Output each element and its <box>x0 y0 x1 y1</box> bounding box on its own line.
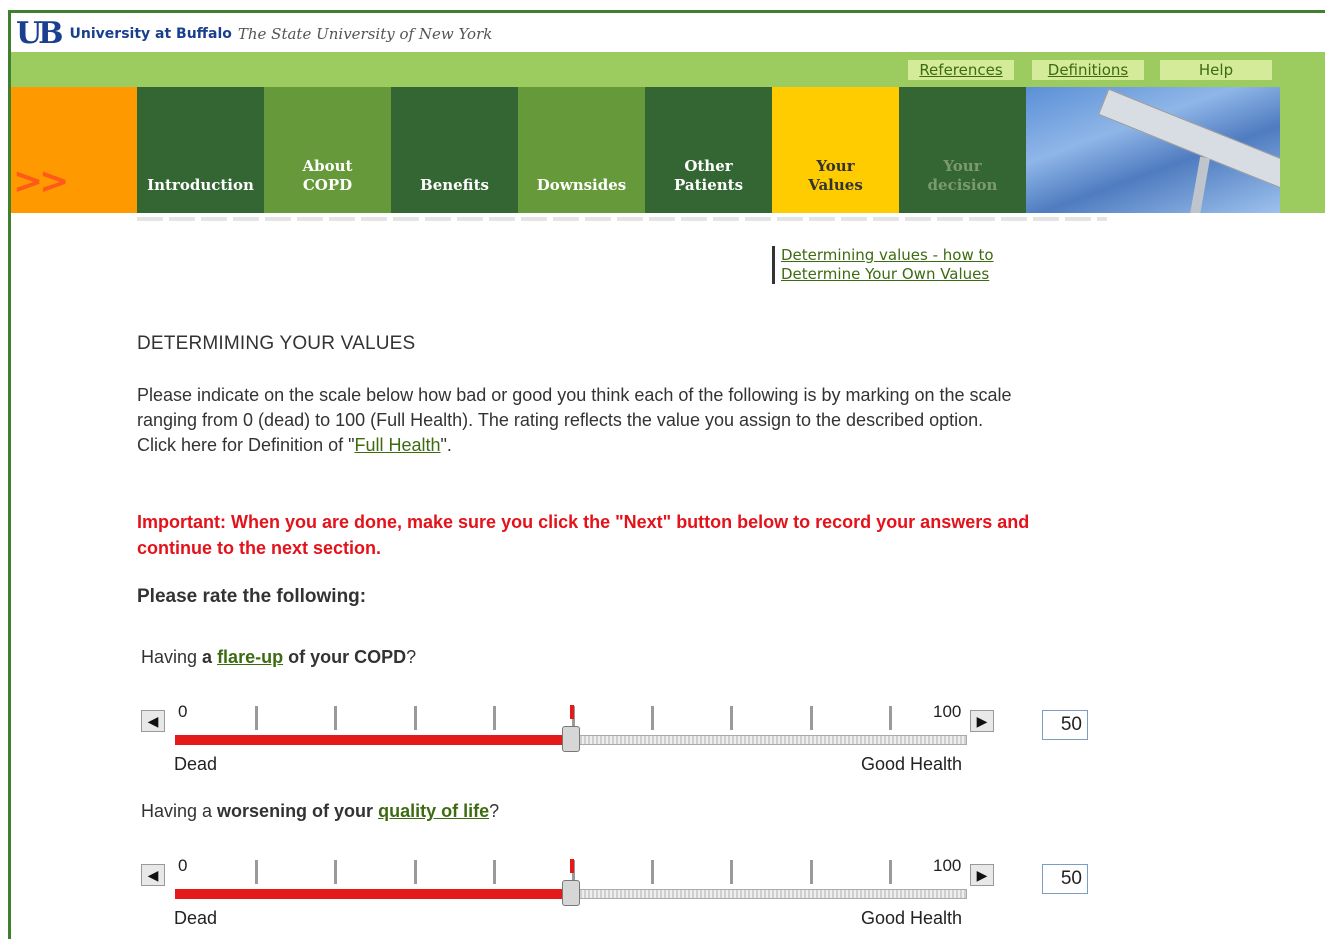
current-value-marker <box>570 859 574 873</box>
section-link-item: Determining values - how to <box>772 246 994 265</box>
scale-right-label: Good Health <box>861 908 963 928</box>
tab-other-patients[interactable]: Other Patients <box>645 87 772 213</box>
tab-label: Downsides <box>536 176 627 194</box>
scale-tick <box>888 860 892 884</box>
tab-label: Your Values <box>808 157 863 194</box>
scale-min-label: 0 <box>178 702 188 721</box>
help-link[interactable]: Help <box>1160 60 1272 80</box>
scale-tick <box>730 706 734 730</box>
question-mark: ? <box>489 801 500 821</box>
decrease-arrow-button[interactable]: ◀ <box>141 710 165 732</box>
tab-label: Introduction <box>147 176 254 194</box>
question-bold: worsening of your <box>217 801 374 821</box>
rating-slider-flare-up[interactable]: ◀ 0 100 ▶ Dead Good Health <box>141 702 1101 774</box>
scale-tick <box>809 706 813 730</box>
scale-max-label: 100 <box>933 856 962 875</box>
scale-min-label: 0 <box>178 856 188 875</box>
rating-slider-quality-of-life[interactable]: ◀ 0 100 ▶ Dead Good Health <box>141 856 1101 928</box>
scale-tick <box>492 706 496 730</box>
scale-tick <box>730 860 734 884</box>
slider-thumb[interactable] <box>562 726 580 752</box>
nav-divider <box>137 217 1107 221</box>
university-header: UB University at Buffalo The State Unive… <box>16 16 492 52</box>
tab-downsides[interactable]: Downsides <box>518 87 645 213</box>
university-name: University at Buffalo <box>69 26 232 42</box>
question-text: Having a <box>141 801 218 821</box>
tab-about-copd[interactable]: About COPD <box>264 87 391 213</box>
definition-prefix: Click here for Definition of " <box>137 435 355 455</box>
scale-tick <box>334 706 338 730</box>
slider-fill <box>175 735 571 745</box>
decrease-arrow-button[interactable]: ◀ <box>141 864 165 886</box>
scale-tick <box>334 860 338 884</box>
double-arrow-icon: >> <box>13 161 69 202</box>
current-value-marker <box>570 705 574 719</box>
scale-tick <box>255 706 259 730</box>
tab-label: Your decision <box>927 157 998 194</box>
main-navigation: >> Introduction About COPD Benefits Down… <box>11 87 1325 213</box>
scale-tick <box>413 860 417 884</box>
scale-left-label: Dead <box>174 754 218 774</box>
tab-label: Other Patients <box>673 157 744 194</box>
increase-arrow-button[interactable]: ▶ <box>970 710 994 732</box>
tab-label: Benefits <box>420 176 489 194</box>
instructions-text: Please indicate on the scale below how b… <box>137 385 1012 430</box>
scale-tick <box>255 860 259 884</box>
slider-thumb[interactable] <box>562 880 580 906</box>
determine-own-values-link[interactable]: Determine Your Own Values <box>781 265 989 283</box>
scale-left-label: Dead <box>174 908 218 928</box>
street-sign-shape <box>1098 88 1280 190</box>
quality-of-life-link[interactable]: quality of life <box>378 801 489 821</box>
sign-pole-shape <box>1187 156 1211 213</box>
references-link[interactable]: References <box>908 60 1014 80</box>
scale-tick <box>809 860 813 884</box>
page-title: DETERMIMING YOUR VALUES <box>137 333 416 354</box>
scale-tick <box>413 706 417 730</box>
scale-tick <box>651 860 655 884</box>
increase-arrow-button[interactable]: ▶ <box>970 864 994 886</box>
question-text: Having <box>141 647 203 667</box>
arrow-banner: >> <box>11 87 137 213</box>
slider-fill <box>175 889 571 899</box>
full-health-link[interactable]: Full Health <box>354 435 440 455</box>
tab-your-decision: Your decision <box>899 87 1026 213</box>
instructions: Please indicate on the scale below how b… <box>137 383 1037 458</box>
signpost-image <box>1026 87 1280 213</box>
section-links: Determining values - how to Determine Yo… <box>772 246 994 284</box>
definitions-link[interactable]: Definitions <box>1032 60 1144 80</box>
important-notice: Important: When you are done, make sure … <box>137 512 1030 558</box>
ub-logo[interactable]: UB <box>16 19 63 49</box>
question-bold: of your COPD <box>288 647 407 667</box>
definition-suffix: ". <box>440 435 452 455</box>
scale-max-label: 100 <box>933 702 962 721</box>
value-input-quality-of-life[interactable]: 50 <box>1042 864 1088 894</box>
scale-right-label: Good Health <box>861 754 963 774</box>
section-link-item: Determine Your Own Values <box>772 265 994 284</box>
question-flare-up: Having a flare-up of your COPD? <box>141 647 416 668</box>
scale-tick <box>888 706 892 730</box>
flare-up-link[interactable]: flare-up <box>217 647 283 667</box>
question-quality-of-life: Having a worsening of your quality of li… <box>141 801 499 822</box>
question-bold: a <box>202 647 213 667</box>
rate-heading: Please rate the following: <box>137 586 367 607</box>
tab-introduction[interactable]: Introduction <box>137 87 264 213</box>
scale-tick <box>651 706 655 730</box>
determining-values-how-to-link[interactable]: Determining values - how to <box>781 246 994 264</box>
utility-bar: References Definitions Help <box>11 52 1325 87</box>
tab-benefits[interactable]: Benefits <box>391 87 518 213</box>
tab-label: About COPD <box>302 157 353 194</box>
scale-tick <box>492 860 496 884</box>
tab-your-values[interactable]: Your Values <box>772 87 899 213</box>
question-mark: ? <box>406 647 417 667</box>
value-input-flare-up[interactable]: 50 <box>1042 710 1088 740</box>
university-subtitle: The State University of New York <box>237 25 493 43</box>
